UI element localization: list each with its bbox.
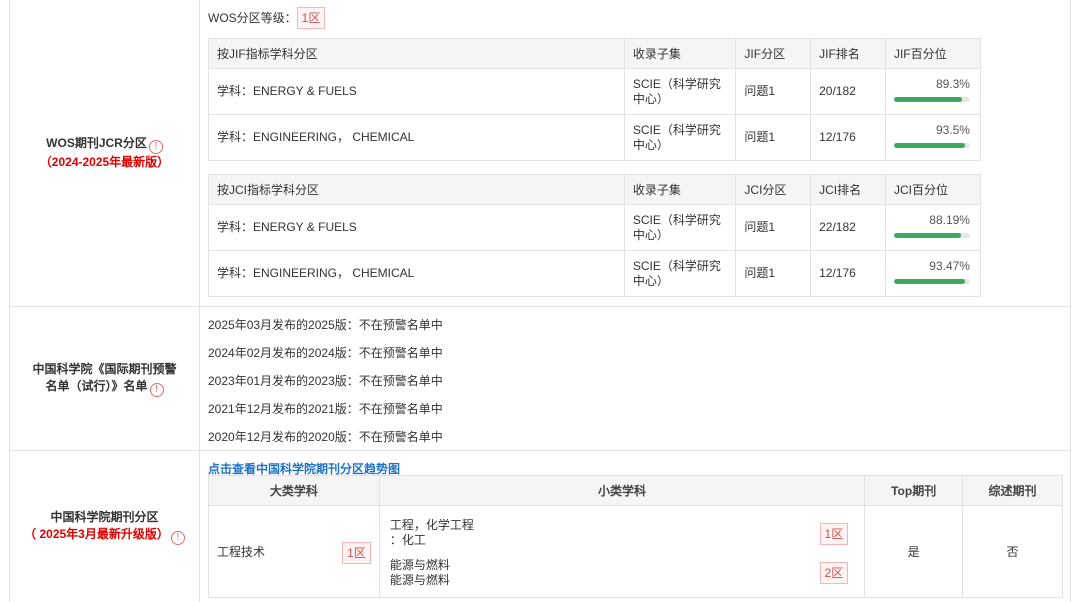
table-row: 学科：ENGINEERING， CHEMICAL SCIE（科学研究中心） 问题…	[208, 250, 982, 297]
cas-minor-name-sub: 能源与燃料	[389, 573, 450, 587]
cas-major-level: 1区	[342, 542, 371, 564]
jif-header-collection: 收录子集	[623, 38, 737, 69]
warning-list-row: 中国科学院《国际期刊预警 名单（试行）》名单! 2025年03月发布的2025版…	[10, 307, 1070, 451]
jci-header-quartile: JCI分区	[735, 174, 812, 205]
cas-minor-name-sub: ：化工	[389, 533, 426, 547]
jif-rank: 12/176	[810, 114, 886, 161]
percentile-meter: 93.5%	[893, 122, 972, 153]
jif-header-rank: JIF排名	[810, 38, 886, 69]
percentile-value: 89.3%	[935, 76, 970, 91]
jci-rank: 22/182	[810, 204, 886, 251]
table-row: 工程技术 1区 工程，化学工程 ：化工 1区 能源与燃料 能源与燃料 2区 是 …	[208, 505, 1063, 598]
percentile-value: 93.5%	[935, 122, 970, 137]
percentile-bar	[893, 232, 970, 238]
cas-major: 工程技术	[217, 545, 266, 559]
cas-minor-name: 能源与燃料	[389, 558, 450, 572]
jif-header-subject: 按JIF指标学科分区	[208, 38, 625, 69]
jci-percentile-cell: 93.47%	[884, 250, 982, 297]
info-icon[interactable]: !	[148, 140, 163, 154]
cas-minor-cell: 工程，化学工程 ：化工 1区 能源与燃料 能源与燃料 2区	[378, 505, 866, 598]
cas-major-cell: 工程技术 1区	[208, 505, 380, 598]
warning-item: 2025年03月发布的2025版：不在预警名单中	[208, 318, 443, 332]
jif-quartile: 问题1	[735, 68, 812, 115]
warning-item: 2023年01月发布的2023版：不在预警名单中	[208, 374, 443, 388]
cas-top-cell: 是	[864, 505, 964, 598]
cas-minor-level: 1区	[819, 523, 849, 545]
jif-header-percentile: JIF百分位	[884, 38, 982, 69]
cas-minor-name: 工程，化学工程	[389, 518, 474, 532]
jci-table: 按JCI指标学科分区 收录子集 JCI分区 JCI排名 JCI百分位 学科：EN…	[208, 174, 982, 297]
table-row: 学科：ENGINEERING， CHEMICAL SCIE（科学研究中心） 问题…	[208, 114, 982, 161]
cas-header-major: 大类学科	[208, 475, 380, 506]
jci-quartile: 问题1	[735, 204, 812, 251]
jif-collection: SCIE（科学研究中心）	[623, 114, 737, 161]
warning-item: 2021年12月发布的2021版：不在预警名单中	[208, 402, 443, 416]
percentile-fill	[893, 278, 965, 284]
cas-header-top: Top期刊	[864, 475, 964, 506]
cas-header-review: 综述期刊	[962, 475, 1063, 506]
jci-header-collection: 收录子集	[623, 174, 737, 205]
jif-subject: 学科：ENGINEERING， CHEMICAL	[208, 114, 625, 161]
percentile-meter: 89.3%	[893, 76, 972, 107]
jif-table: 按JIF指标学科分区 收录子集 JIF分区 JIF排名 JIF百分位 学科：EN…	[208, 38, 982, 161]
cas-header-minor: 小类学科	[378, 475, 866, 506]
percentile-bar	[893, 142, 970, 148]
jif-percentile-cell: 93.5%	[884, 114, 982, 161]
percentile-meter: 93.47%	[893, 258, 972, 289]
warning-label-line2: 名单（试行）》名单	[45, 378, 148, 393]
jci-header-percentile: JCI百分位	[884, 174, 982, 205]
percentile-value: 88.19%	[929, 212, 970, 227]
jci-percentile-cell: 88.19%	[884, 204, 982, 251]
jif-quartile: 问题1	[735, 114, 812, 161]
percentile-bar	[893, 278, 970, 284]
percentile-fill	[893, 96, 962, 102]
journal-info-panel: WOS期刊JCR分区! （2024-2025年最新版） WOS分区等级： 1区 按…	[9, 0, 1071, 602]
cas-version: （ 2025年3月最新升级版）	[24, 526, 169, 541]
cas-label-cell: 中国科学院期刊分区 （ 2025年3月最新升级版）!	[10, 451, 200, 602]
warning-label-cell: 中国科学院《国际期刊预警 名单（试行）》名单!	[10, 307, 200, 450]
wos-jcr-label-cell: WOS期刊JCR分区! （2024-2025年最新版）	[10, 0, 200, 306]
cas-minor-item: 能源与燃料 能源与燃料	[390, 558, 450, 588]
wos-jcr-version: （2024-2025年最新版）	[39, 155, 170, 169]
jci-subject: 学科：ENERGY & FUELS	[208, 204, 625, 251]
jci-rank: 12/176	[810, 250, 886, 297]
info-icon[interactable]: !	[170, 530, 185, 545]
jif-percentile-cell: 89.3%	[884, 68, 982, 115]
cas-content: 点击查看中国科学院期刊分区趋势图 大类学科 小类学科 Top期刊 综述期刊 工程…	[208, 451, 1070, 602]
jci-collection: SCIE（科学研究中心）	[623, 250, 737, 297]
jif-header-quartile: JIF分区	[735, 38, 812, 69]
table-row: 学科：ENERGY & FUELS SCIE（科学研究中心） 问题1 20/18…	[208, 68, 982, 115]
cas-minor-level: 2区	[819, 562, 849, 584]
info-icon[interactable]: !	[149, 382, 164, 397]
cas-review-cell: 否	[962, 505, 1063, 598]
percentile-fill	[893, 142, 966, 148]
warning-label-line1: 中国科学院《国际期刊预警	[32, 361, 177, 376]
cas-partition-row: 中国科学院期刊分区 （ 2025年3月最新升级版）! 点击查看中国科学院期刊分区…	[10, 451, 1070, 602]
wos-level: WOS分区等级： 1区	[208, 7, 326, 29]
jci-subject: 学科：ENGINEERING， CHEMICAL	[208, 250, 625, 297]
wos-jcr-row: WOS期刊JCR分区! （2024-2025年最新版） WOS分区等级： 1区 按…	[10, 0, 1070, 307]
percentile-meter: 88.19%	[893, 212, 972, 243]
percentile-fill	[893, 232, 961, 238]
cas-table: 大类学科 小类学科 Top期刊 综述期刊 工程技术 1区 工程，化学工程 ：化工…	[208, 475, 1063, 598]
cas-label: 中国科学院期刊分区	[50, 509, 159, 524]
wos-jcr-label: WOS期刊JCR分区	[46, 136, 147, 150]
jif-subject: 学科：ENERGY & FUELS	[208, 68, 625, 115]
jci-collection: SCIE（科学研究中心）	[623, 204, 737, 251]
jif-collection: SCIE（科学研究中心）	[623, 68, 737, 115]
wos-level-badge: 1区	[296, 7, 326, 29]
jci-header-rank: JCI排名	[810, 174, 886, 205]
warning-item: 2020年12月发布的2020版：不在预警名单中	[208, 430, 443, 444]
jci-quartile: 问题1	[735, 250, 812, 297]
wos-level-label: WOS分区等级：	[208, 11, 297, 25]
percentile-bar	[893, 96, 970, 102]
warning-content: 2025年03月发布的2025版：不在预警名单中 2024年02月发布的2024…	[208, 307, 1070, 450]
jif-rank: 20/182	[810, 68, 886, 115]
cas-minor-item: 工程，化学工程 ：化工	[390, 518, 474, 548]
warning-item: 2024年02月发布的2024版：不在预警名单中	[208, 346, 443, 360]
percentile-value: 93.47%	[929, 258, 970, 273]
table-row: 学科：ENERGY & FUELS SCIE（科学研究中心） 问题1 22/18…	[208, 204, 982, 251]
jci-header-subject: 按JCI指标学科分区	[208, 174, 625, 205]
wos-jcr-content: WOS分区等级： 1区 按JIF指标学科分区 收录子集 JIF分区 JIF排名 J…	[208, 0, 1070, 306]
